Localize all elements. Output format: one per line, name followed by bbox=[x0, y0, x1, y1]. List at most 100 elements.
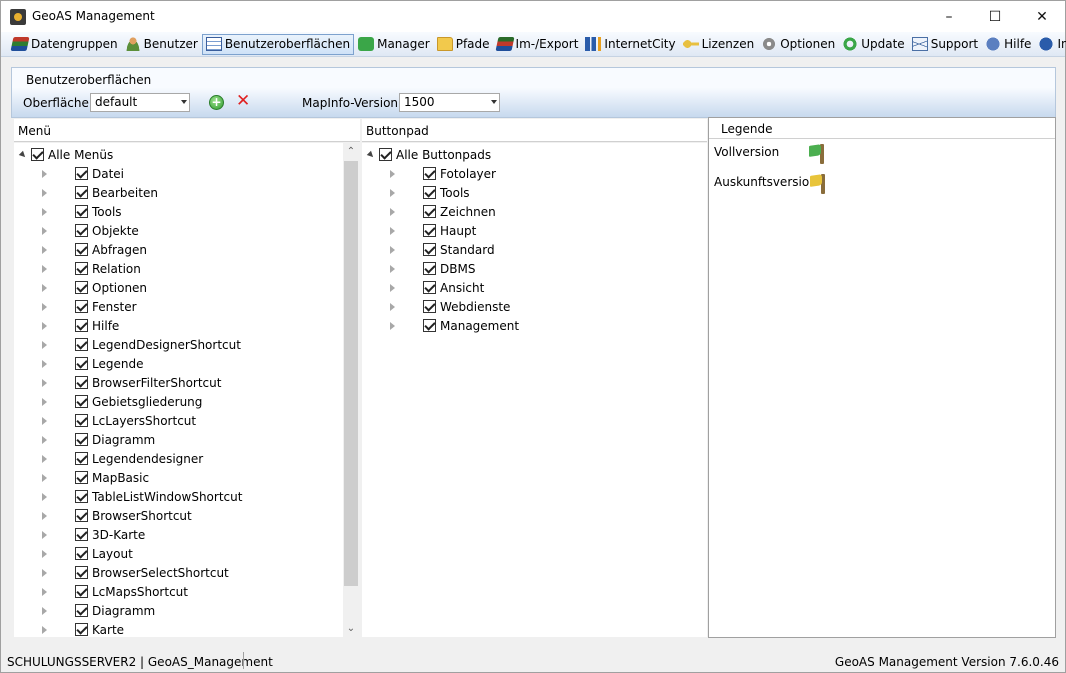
tree-item-checkbox[interactable] bbox=[423, 167, 436, 180]
menu-item-3[interactable]: Manager bbox=[355, 34, 433, 55]
tree-item-checkbox[interactable] bbox=[75, 300, 88, 313]
collapse-icon[interactable] bbox=[41, 530, 49, 539]
tree-item[interactable]: Zeichnen bbox=[389, 202, 496, 221]
tree-item-checkbox[interactable] bbox=[75, 376, 88, 389]
collapse-icon[interactable] bbox=[41, 473, 49, 482]
tree-root-checkbox[interactable] bbox=[379, 148, 392, 161]
tree-item-checkbox[interactable] bbox=[75, 186, 88, 199]
minimize-button[interactable]: – bbox=[926, 1, 972, 32]
scrollbar-thumb[interactable] bbox=[344, 161, 358, 586]
tree-item[interactable]: 3D-Karte bbox=[41, 525, 145, 544]
tree-item[interactable]: LcMapsShortcut bbox=[41, 582, 188, 601]
collapse-icon[interactable] bbox=[41, 226, 49, 235]
tree-item[interactable]: TableListWindowShortcut bbox=[41, 487, 242, 506]
collapse-icon[interactable] bbox=[41, 568, 49, 577]
tree-item-checkbox[interactable] bbox=[423, 243, 436, 256]
tree-item-checkbox[interactable] bbox=[75, 319, 88, 332]
tree-item[interactable]: Standard bbox=[389, 240, 495, 259]
collapse-icon[interactable] bbox=[41, 188, 49, 197]
close-button[interactable]: ✕ bbox=[1019, 1, 1065, 32]
tree-item[interactable]: Bearbeiten bbox=[41, 183, 158, 202]
collapse-icon[interactable] bbox=[389, 264, 397, 273]
collapse-icon[interactable] bbox=[41, 397, 49, 406]
tree-item[interactable]: Hilfe bbox=[41, 316, 119, 335]
tree-item-checkbox[interactable] bbox=[423, 205, 436, 218]
collapse-icon[interactable] bbox=[41, 302, 49, 311]
tree-item-checkbox[interactable] bbox=[75, 452, 88, 465]
tree-item[interactable]: Tools bbox=[41, 202, 122, 221]
menu-item-7[interactable]: Lizenzen bbox=[680, 34, 758, 55]
tree-item[interactable]: Diagramm bbox=[41, 430, 155, 449]
collapse-icon[interactable] bbox=[389, 302, 397, 311]
collapse-icon[interactable] bbox=[41, 169, 49, 178]
collapse-icon[interactable] bbox=[41, 435, 49, 444]
tree-item[interactable]: Management bbox=[389, 316, 519, 335]
tree-item-checkbox[interactable] bbox=[75, 623, 88, 636]
tree-item[interactable]: BrowserShortcut bbox=[41, 506, 192, 525]
tree-item[interactable]: BrowserFilterShortcut bbox=[41, 373, 221, 392]
collapse-icon[interactable] bbox=[41, 245, 49, 254]
tree-item-checkbox[interactable] bbox=[75, 585, 88, 598]
collapse-icon[interactable] bbox=[389, 283, 397, 292]
tree-item[interactable]: Abfragen bbox=[41, 240, 147, 259]
tree-item[interactable]: Datei bbox=[41, 164, 124, 183]
collapse-icon[interactable] bbox=[41, 207, 49, 216]
tree-root-row[interactable]: Alle Menüs bbox=[20, 145, 113, 164]
tree-item[interactable]: Legendendesigner bbox=[41, 449, 203, 468]
tree-item-checkbox[interactable] bbox=[75, 414, 88, 427]
tree-item[interactable]: Gebietsgliederung bbox=[41, 392, 202, 411]
tree-item[interactable]: Layout bbox=[41, 544, 133, 563]
collapse-icon[interactable] bbox=[41, 454, 49, 463]
tree-item[interactable]: Fotolayer bbox=[389, 164, 496, 183]
collapse-icon[interactable] bbox=[41, 321, 49, 330]
tree-item[interactable]: Diagramm bbox=[41, 601, 155, 620]
tree-item-checkbox[interactable] bbox=[75, 490, 88, 503]
tree-item[interactable]: Optionen bbox=[41, 278, 147, 297]
tree-item[interactable]: MapBasic bbox=[41, 468, 149, 487]
menu-tree-scrollbar[interactable]: ⌃ ⌄ bbox=[343, 144, 359, 637]
tree-item[interactable]: LegendDesignerShortcut bbox=[41, 335, 241, 354]
collapse-icon[interactable] bbox=[41, 492, 49, 501]
delete-surface-button[interactable]: ✕ bbox=[236, 92, 252, 110]
tree-item-checkbox[interactable] bbox=[423, 319, 436, 332]
menu-item-11[interactable]: Hilfe bbox=[982, 34, 1034, 55]
tree-item-checkbox[interactable] bbox=[75, 357, 88, 370]
menu-item-6[interactable]: InternetCity bbox=[582, 34, 678, 55]
tree-item-checkbox[interactable] bbox=[75, 471, 88, 484]
tree-item-checkbox[interactable] bbox=[75, 509, 88, 522]
tree-item[interactable]: BrowserSelectShortcut bbox=[41, 563, 229, 582]
expand-icon[interactable] bbox=[368, 151, 376, 159]
tree-item[interactable]: Tools bbox=[389, 183, 470, 202]
tree-item-checkbox[interactable] bbox=[75, 566, 88, 579]
menu-item-12[interactable]: Info bbox=[1035, 34, 1066, 55]
collapse-icon[interactable] bbox=[41, 378, 49, 387]
collapse-icon[interactable] bbox=[41, 625, 49, 634]
tree-item-checkbox[interactable] bbox=[423, 186, 436, 199]
tree-item-checkbox[interactable] bbox=[75, 205, 88, 218]
tree-item-checkbox[interactable] bbox=[75, 604, 88, 617]
surface-select[interactable]: default bbox=[90, 93, 190, 112]
collapse-icon[interactable] bbox=[41, 359, 49, 368]
tree-item-checkbox[interactable] bbox=[423, 224, 436, 237]
tree-item[interactable]: DBMS bbox=[389, 259, 475, 278]
tree-item[interactable]: Karte bbox=[41, 620, 124, 639]
tree-item-checkbox[interactable] bbox=[423, 300, 436, 313]
tree-item-checkbox[interactable] bbox=[75, 262, 88, 275]
tree-item-checkbox[interactable] bbox=[75, 243, 88, 256]
expand-icon[interactable] bbox=[20, 151, 28, 159]
collapse-icon[interactable] bbox=[41, 511, 49, 520]
menu-item-10[interactable]: Support bbox=[909, 34, 981, 55]
tree-item[interactable]: Haupt bbox=[389, 221, 476, 240]
menu-item-1[interactable]: Benutzer bbox=[122, 34, 201, 55]
menu-item-0[interactable]: Datengruppen bbox=[9, 34, 121, 55]
mapinfo-version-select[interactable]: 1500 bbox=[399, 93, 500, 112]
collapse-icon[interactable] bbox=[389, 188, 397, 197]
tree-item[interactable]: LcLayersShortcut bbox=[41, 411, 196, 430]
tree-item-checkbox[interactable] bbox=[75, 281, 88, 294]
collapse-icon[interactable] bbox=[41, 283, 49, 292]
scroll-up-icon[interactable]: ⌃ bbox=[343, 144, 359, 160]
collapse-icon[interactable] bbox=[41, 264, 49, 273]
collapse-icon[interactable] bbox=[41, 416, 49, 425]
tree-item-checkbox[interactable] bbox=[75, 528, 88, 541]
collapse-icon[interactable] bbox=[389, 207, 397, 216]
